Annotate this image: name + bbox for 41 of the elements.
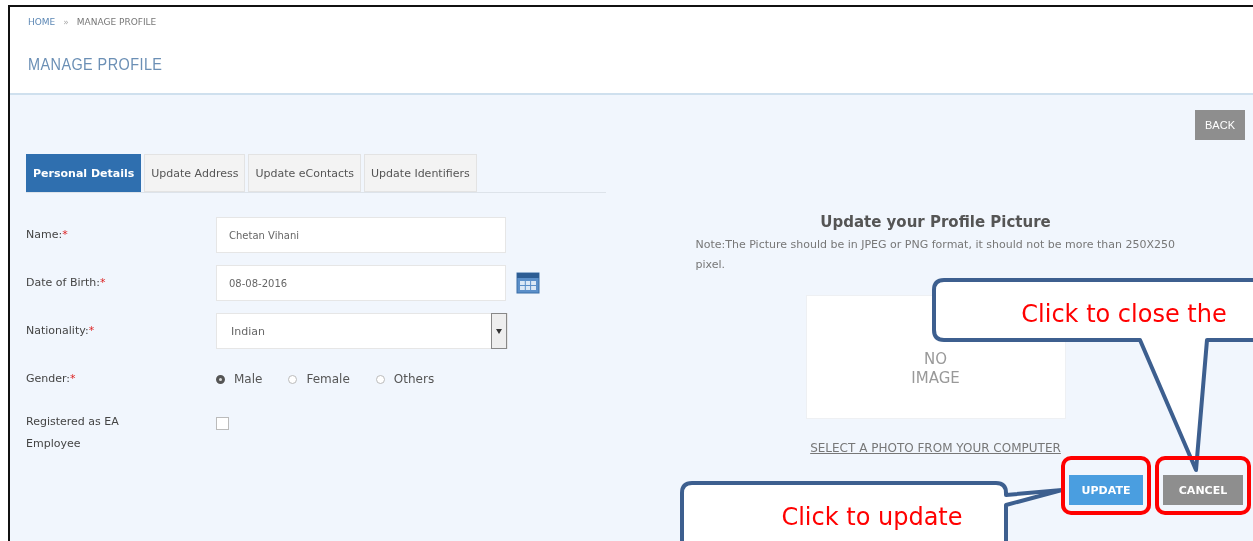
caret-icon — [496, 328, 502, 334]
date-field[interactable]: 08-08-2016 — [216, 265, 506, 301]
field-label: Name: — [26, 227, 63, 243]
callout-text: Click to close the — [1021, 300, 1227, 328]
radio-label: Others — [393, 372, 435, 386]
required-mark: * — [100, 275, 106, 291]
radio-label: Female — [306, 372, 350, 386]
checkbox[interactable] — [216, 417, 229, 430]
placeholder-text: IMAGE — [911, 369, 960, 388]
field-label: Date of Birth: — [26, 275, 100, 291]
tab[interactable]: Update Identifiers — [364, 154, 477, 192]
tab[interactable]: Update Address — [144, 154, 246, 192]
name-field[interactable]: Chetan Vihani — [216, 217, 506, 253]
required-mark: * — [62, 227, 68, 243]
required-mark: * — [88, 323, 95, 339]
callout-text: Click to update — [781, 503, 963, 531]
gender-radio[interactable]: Others — [375, 372, 435, 386]
back-button[interactable]: BACK — [1195, 110, 1245, 140]
gender-radio[interactable]: Female — [288, 372, 350, 386]
field-label: Registered as EA Employee — [26, 414, 120, 452]
placeholder-text: NO — [924, 350, 947, 369]
radio-label: Male — [234, 372, 263, 386]
cancel-button[interactable]: CANCEL — [1163, 475, 1243, 505]
breadcrumb-separator: » — [63, 17, 69, 27]
radio-button[interactable] — [288, 374, 298, 384]
radio-button[interactable] — [375, 374, 385, 384]
breadcrumb-link[interactable]: MANAGE PROFILE — [76, 17, 157, 27]
field-label: Gender: — [26, 371, 71, 387]
tab[interactable]: Update eContacts — [248, 154, 362, 192]
breadcrumb-link[interactable]: HOME — [28, 17, 56, 27]
calendar-icon[interactable] — [516, 272, 540, 294]
nationality-dropdown[interactable]: Indian — [216, 313, 508, 349]
field-label: Nationality: — [26, 323, 89, 339]
select-photo-link[interactable]: SELECT A PHOTO FROM YOUR COMPUTER — [810, 441, 1061, 455]
required-mark: * — [70, 371, 76, 387]
gender-radio[interactable]: Male — [216, 372, 263, 386]
radio-button[interactable] — [216, 374, 225, 384]
section-heading: Update your Profile Picture — [820, 213, 1051, 231]
tab[interactable]: Personal Details — [26, 154, 142, 192]
page-title: MANAGE PROFILE — [28, 55, 163, 75]
note-text: Note:The Picture should be in JPEG or PNG format, it should not be more than 250X250 pixel. — [695, 237, 1176, 273]
